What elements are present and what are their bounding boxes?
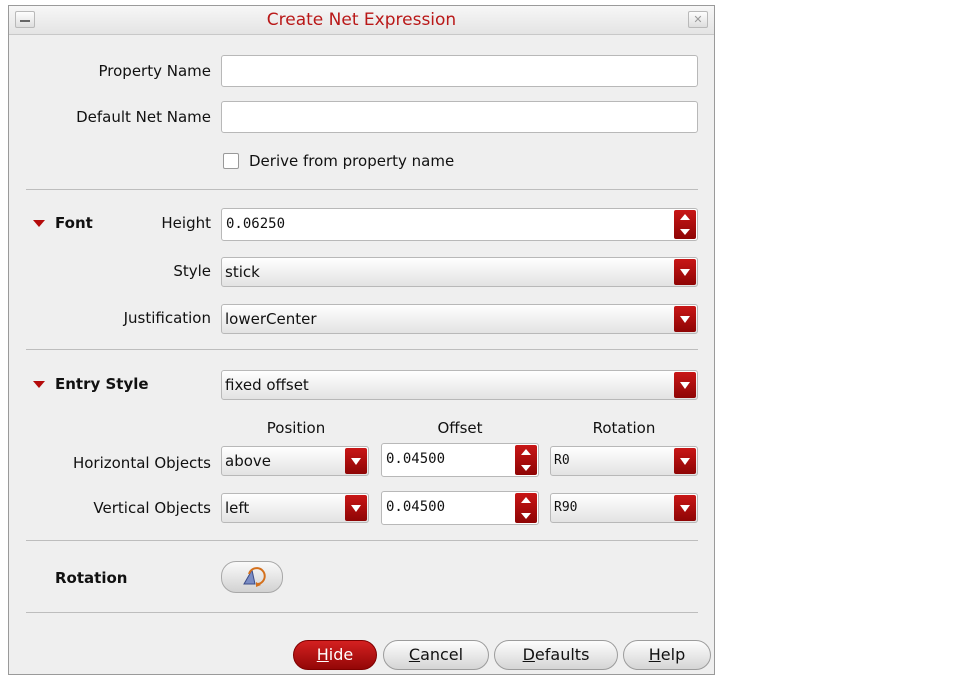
vertical-offset-spinbox[interactable]: 0.04500 bbox=[381, 491, 539, 525]
cancel-mnemonic: C bbox=[408, 645, 421, 664]
height-spinbox[interactable]: 0.06250 bbox=[221, 208, 698, 241]
defaults-mnemonic: D bbox=[522, 645, 535, 664]
horizontal-position-value: above bbox=[225, 452, 271, 470]
chevron-down-icon[interactable] bbox=[345, 448, 367, 474]
chevron-down-icon[interactable] bbox=[674, 372, 696, 398]
property-name-input[interactable] bbox=[221, 55, 698, 87]
hide-label: ide bbox=[328, 645, 354, 664]
vertical-offset-spin-icon[interactable] bbox=[515, 493, 537, 523]
hide-mnemonic: H bbox=[316, 645, 329, 664]
help-label: elp bbox=[660, 645, 686, 664]
horizontal-rotation-combobox[interactable]: R0 bbox=[550, 446, 698, 476]
chevron-down-icon[interactable] bbox=[674, 495, 696, 521]
chevron-down-icon[interactable] bbox=[345, 495, 367, 521]
horizontal-position-combobox[interactable]: above bbox=[221, 446, 369, 476]
vertical-position-combobox[interactable]: left bbox=[221, 493, 369, 523]
cancel-label: ancel bbox=[420, 645, 464, 664]
offset-column-header: Offset bbox=[437, 419, 483, 437]
entry-style-section-label: Entry Style bbox=[55, 375, 149, 393]
window-title: Create Net Expression bbox=[266, 10, 457, 30]
rotation-label: Rotation bbox=[55, 569, 128, 587]
horizontal-objects-label: Horizontal Objects bbox=[72, 454, 211, 472]
height-value: 0.06250 bbox=[226, 216, 286, 232]
rotation-column-header: Rotation bbox=[592, 419, 656, 437]
style-value: stick bbox=[225, 263, 260, 281]
default-net-name-input[interactable] bbox=[221, 101, 698, 133]
horizontal-offset-spin-icon[interactable] bbox=[515, 445, 537, 475]
font-section-label: Font bbox=[55, 214, 93, 232]
position-column-header: Position bbox=[266, 419, 326, 437]
chevron-down-icon[interactable] bbox=[674, 306, 696, 332]
property-name-label: Property Name bbox=[98, 62, 212, 80]
height-spin-icon[interactable] bbox=[674, 210, 696, 239]
rotate-icon bbox=[243, 567, 266, 587]
vertical-position-value: left bbox=[225, 499, 250, 517]
help-button[interactable]: Help bbox=[623, 640, 711, 670]
style-combobox[interactable]: stick bbox=[221, 257, 698, 287]
help-mnemonic: H bbox=[648, 645, 661, 664]
vertical-rotation-combobox[interactable]: R90 bbox=[550, 493, 698, 523]
font-collapse-icon[interactable] bbox=[33, 220, 45, 227]
defaults-label: efaults bbox=[534, 645, 590, 664]
height-label: Height bbox=[161, 214, 211, 232]
close-icon[interactable]: ✕ bbox=[688, 11, 708, 28]
separator bbox=[26, 349, 698, 350]
chevron-down-icon[interactable] bbox=[674, 259, 696, 285]
vertical-rotation-value: R90 bbox=[554, 500, 578, 515]
separator bbox=[26, 189, 698, 190]
separator bbox=[26, 540, 698, 541]
derive-label: Derive from property name bbox=[249, 152, 455, 170]
hide-button[interactable]: Hide bbox=[293, 640, 377, 670]
vertical-offset-value: 0.04500 bbox=[386, 499, 446, 515]
vertical-objects-label: Vertical Objects bbox=[93, 499, 211, 517]
default-net-name-label: Default Net Name bbox=[76, 108, 211, 126]
horizontal-offset-value: 0.04500 bbox=[386, 451, 446, 467]
rotation-button[interactable] bbox=[221, 561, 283, 593]
cancel-button[interactable]: Cancel bbox=[383, 640, 489, 670]
defaults-button[interactable]: Defaults bbox=[494, 640, 618, 670]
derive-checkbox[interactable] bbox=[223, 153, 239, 169]
entry-style-collapse-icon[interactable] bbox=[33, 381, 45, 388]
style-label: Style bbox=[173, 262, 211, 280]
dialog-window: Create Net Expression ✕ Property Name De… bbox=[8, 5, 715, 675]
justification-combobox[interactable]: lowerCenter bbox=[221, 304, 698, 334]
horizontal-rotation-value: R0 bbox=[554, 453, 570, 468]
justification-label: Justification bbox=[123, 309, 211, 327]
chevron-down-icon[interactable] bbox=[674, 448, 696, 474]
entry-style-value: fixed offset bbox=[225, 376, 309, 394]
entry-style-combobox[interactable]: fixed offset bbox=[221, 370, 698, 400]
separator bbox=[26, 612, 698, 613]
horizontal-offset-spinbox[interactable]: 0.04500 bbox=[381, 443, 539, 477]
title-bar[interactable]: Create Net Expression ✕ bbox=[9, 6, 714, 35]
justification-value: lowerCenter bbox=[225, 310, 317, 328]
